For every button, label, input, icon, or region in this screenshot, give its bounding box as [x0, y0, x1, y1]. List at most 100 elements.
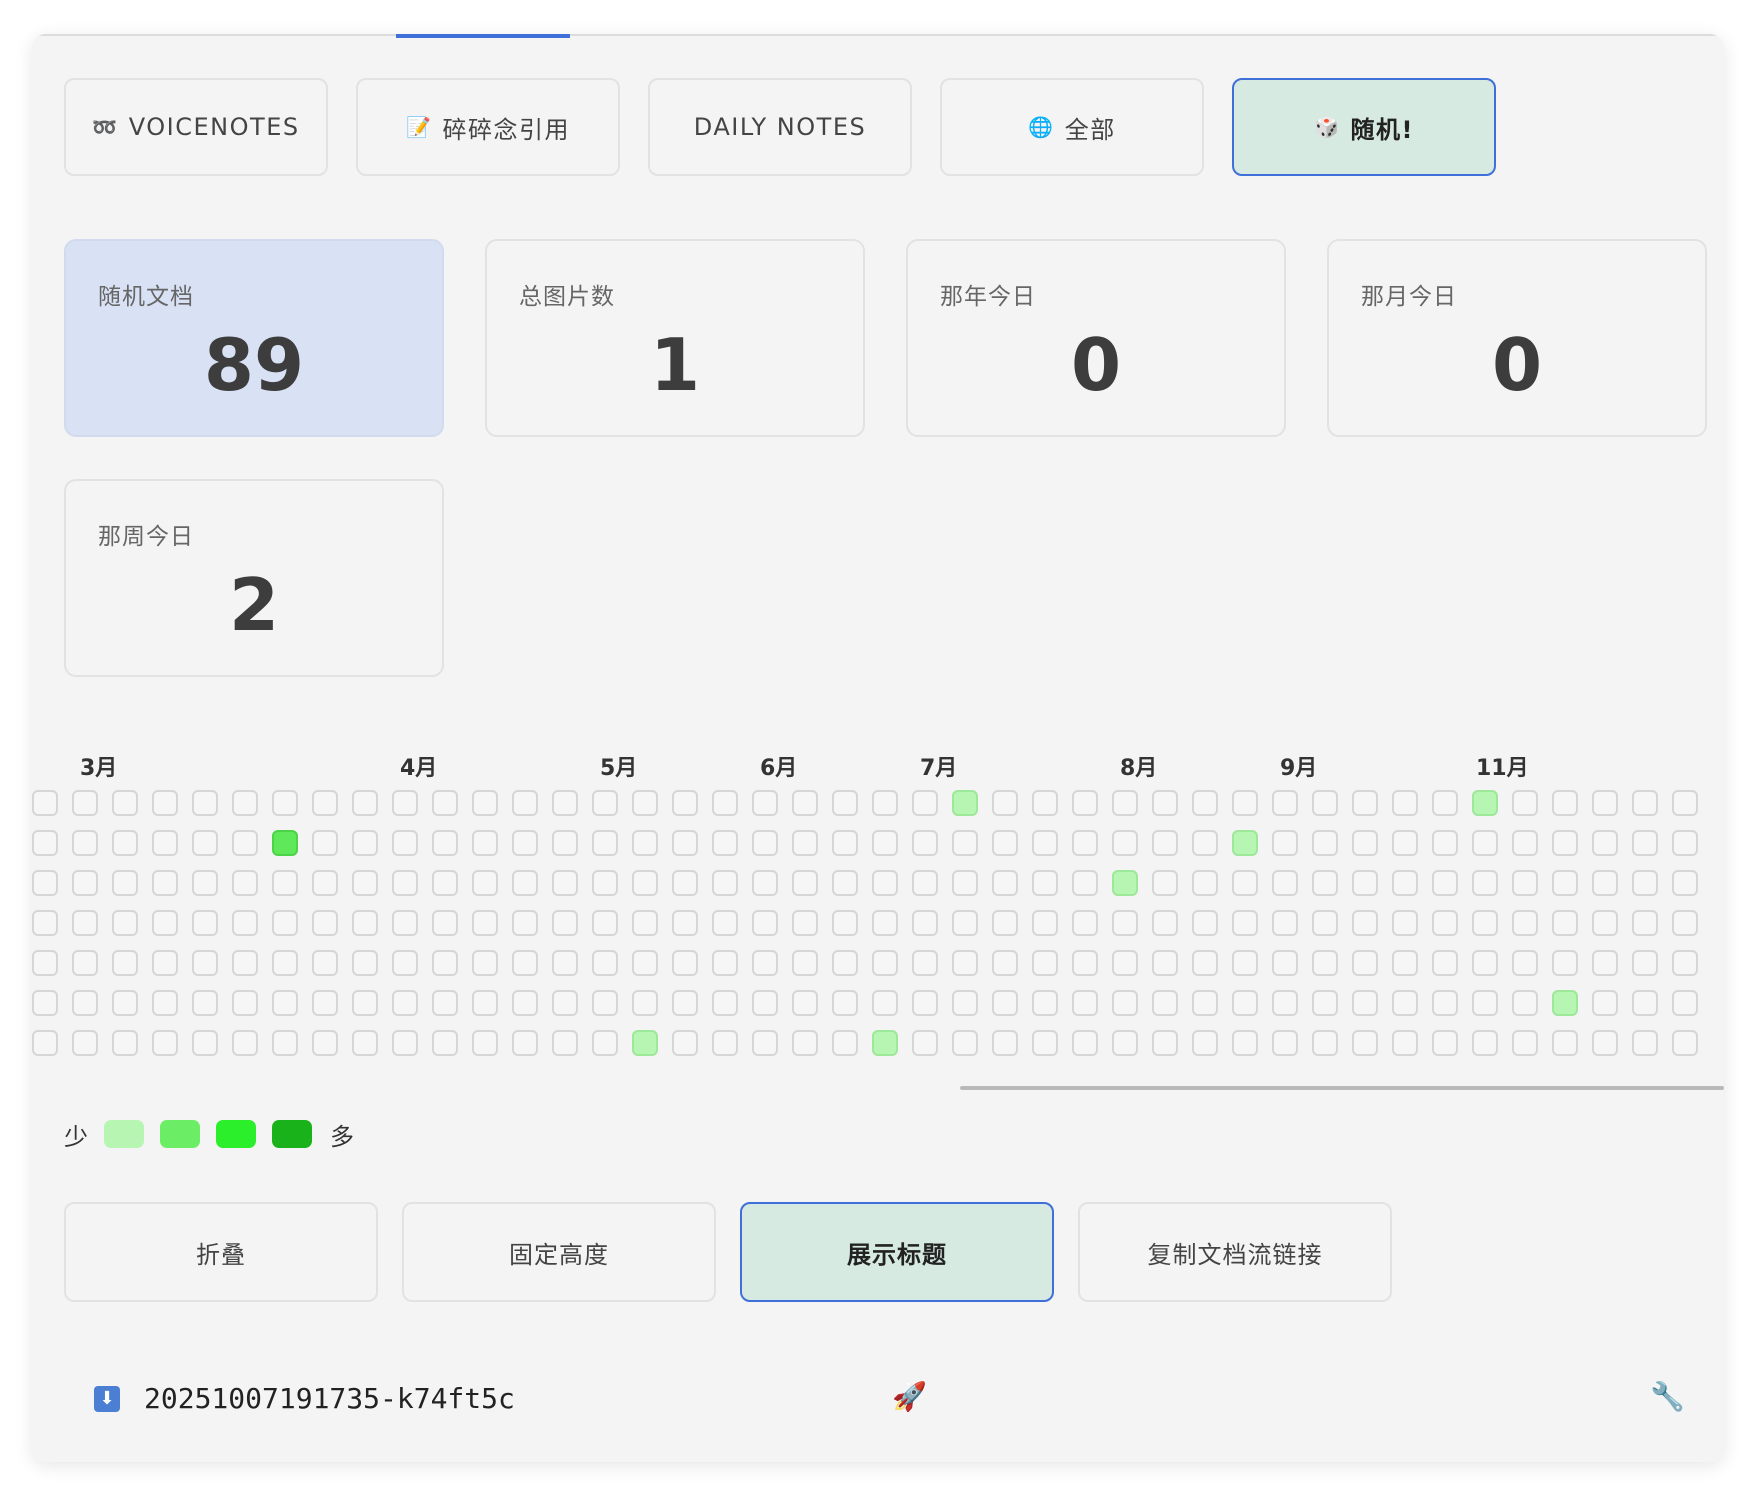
heatmap-cell[interactable]	[952, 790, 978, 816]
heatmap-cell[interactable]	[632, 870, 658, 896]
heatmap-cell[interactable]	[1592, 830, 1618, 856]
heatmap-cell[interactable]	[1672, 1030, 1698, 1056]
heatmap-cell[interactable]	[392, 1030, 418, 1056]
heatmap-cell[interactable]	[1632, 830, 1658, 856]
heatmap-cell[interactable]	[1152, 990, 1178, 1016]
heatmap-cell[interactable]	[72, 910, 98, 936]
heatmap-cell[interactable]	[512, 790, 538, 816]
heatmap-cell[interactable]	[1632, 990, 1658, 1016]
heatmap-cell[interactable]	[1392, 830, 1418, 856]
heatmap-cell[interactable]	[1072, 1030, 1098, 1056]
heatmap-cell[interactable]	[1352, 870, 1378, 896]
heatmap-cell[interactable]	[1512, 910, 1538, 936]
heatmap-cell[interactable]	[1232, 990, 1258, 1016]
heatmap-cell[interactable]	[1032, 950, 1058, 976]
heatmap-cell[interactable]	[1032, 990, 1058, 1016]
heatmap-cell[interactable]	[1232, 1030, 1258, 1056]
heatmap-cell[interactable]	[472, 950, 498, 976]
heatmap-cell[interactable]	[112, 830, 138, 856]
heatmap-cell[interactable]	[1392, 910, 1418, 936]
heatmap-cell[interactable]	[712, 990, 738, 1016]
heatmap-cell[interactable]	[1192, 950, 1218, 976]
heatmap-cell[interactable]	[232, 870, 258, 896]
heatmap-cell[interactable]	[1472, 870, 1498, 896]
heatmap-cell[interactable]	[1512, 790, 1538, 816]
heatmap-cell[interactable]	[832, 790, 858, 816]
heatmap-cell[interactable]	[912, 790, 938, 816]
heatmap-cell[interactable]	[1472, 830, 1498, 856]
heatmap-cell[interactable]	[152, 1030, 178, 1056]
heatmap-cell[interactable]	[1512, 1030, 1538, 1056]
heatmap-cell[interactable]	[72, 790, 98, 816]
heatmap-cell[interactable]	[272, 950, 298, 976]
heatmap-cell[interactable]	[1672, 990, 1698, 1016]
heatmap-cell[interactable]	[992, 790, 1018, 816]
heatmap-cell[interactable]	[312, 830, 338, 856]
heatmap-cell[interactable]	[1152, 1030, 1178, 1056]
heatmap-cell[interactable]	[832, 950, 858, 976]
heatmap-cell[interactable]	[1592, 990, 1618, 1016]
heatmap-cell[interactable]	[1312, 790, 1338, 816]
heatmap-cell[interactable]	[792, 910, 818, 936]
heatmap-cell[interactable]	[1352, 1030, 1378, 1056]
heatmap-cell[interactable]	[192, 910, 218, 936]
heatmap-cell[interactable]	[592, 790, 618, 816]
heatmap-cell[interactable]	[1112, 910, 1138, 936]
heatmap-cell[interactable]	[1192, 870, 1218, 896]
heatmap-cell[interactable]	[472, 790, 498, 816]
heatmap-cell[interactable]	[1512, 830, 1538, 856]
heatmap-cell[interactable]	[1672, 950, 1698, 976]
heatmap-cell[interactable]	[1072, 870, 1098, 896]
down-arrow-icon[interactable]: ⬇	[94, 1386, 120, 1412]
heatmap-cell[interactable]	[1112, 870, 1138, 896]
heatmap-cell[interactable]	[352, 870, 378, 896]
heatmap-cell[interactable]	[512, 910, 538, 936]
heatmap-cell[interactable]	[952, 830, 978, 856]
heatmap-cell[interactable]	[1152, 910, 1178, 936]
heatmap-cell[interactable]	[352, 910, 378, 936]
heatmap-cell[interactable]	[72, 990, 98, 1016]
heatmap-cell[interactable]	[912, 990, 938, 1016]
heatmap-cell[interactable]	[832, 870, 858, 896]
heatmap-cell[interactable]	[1352, 910, 1378, 936]
heatmap-cell[interactable]	[592, 910, 618, 936]
heatmap-cell[interactable]	[1312, 870, 1338, 896]
heatmap-cell[interactable]	[1472, 950, 1498, 976]
heatmap-cell[interactable]	[672, 870, 698, 896]
heatmap-cell[interactable]	[152, 870, 178, 896]
heatmap-cell[interactable]	[632, 830, 658, 856]
heatmap-cell[interactable]	[1472, 990, 1498, 1016]
heatmap-cell[interactable]	[232, 830, 258, 856]
heatmap-cell[interactable]	[272, 870, 298, 896]
heatmap-cell[interactable]	[112, 1030, 138, 1056]
heatmap-cell[interactable]	[432, 870, 458, 896]
heatmap-cell[interactable]	[1072, 830, 1098, 856]
heatmap-cell[interactable]	[1352, 830, 1378, 856]
heatmap-cell[interactable]	[1552, 870, 1578, 896]
heatmap-cell[interactable]	[1312, 910, 1338, 936]
heatmap-cell[interactable]	[1392, 870, 1418, 896]
heatmap-cell[interactable]	[352, 990, 378, 1016]
heatmap-cell[interactable]	[1432, 910, 1458, 936]
heatmap-cell[interactable]	[272, 910, 298, 936]
heatmap-cell[interactable]	[352, 830, 378, 856]
heatmap-cell[interactable]	[1272, 790, 1298, 816]
document-id[interactable]: 20251007191735-k74ft5c	[144, 1382, 515, 1415]
heatmap-cell[interactable]	[712, 950, 738, 976]
heatmap-cell[interactable]	[1232, 950, 1258, 976]
heatmap-cell[interactable]	[1552, 790, 1578, 816]
heatmap-cell[interactable]	[912, 910, 938, 936]
fixed-height-button[interactable]: 固定高度	[402, 1202, 716, 1302]
heatmap-cell[interactable]	[952, 950, 978, 976]
heatmap-cell[interactable]	[1192, 910, 1218, 936]
heatmap-cell[interactable]	[232, 790, 258, 816]
heatmap-cell[interactable]	[832, 830, 858, 856]
heatmap-cell[interactable]	[232, 950, 258, 976]
heatmap-cell[interactable]	[552, 910, 578, 936]
heatmap-cell[interactable]	[752, 870, 778, 896]
heatmap-cell[interactable]	[1512, 870, 1538, 896]
heatmap-cell[interactable]	[832, 1030, 858, 1056]
heatmap-cell[interactable]	[32, 830, 58, 856]
heatmap-cell[interactable]	[1272, 1030, 1298, 1056]
heatmap-cell[interactable]	[1032, 790, 1058, 816]
